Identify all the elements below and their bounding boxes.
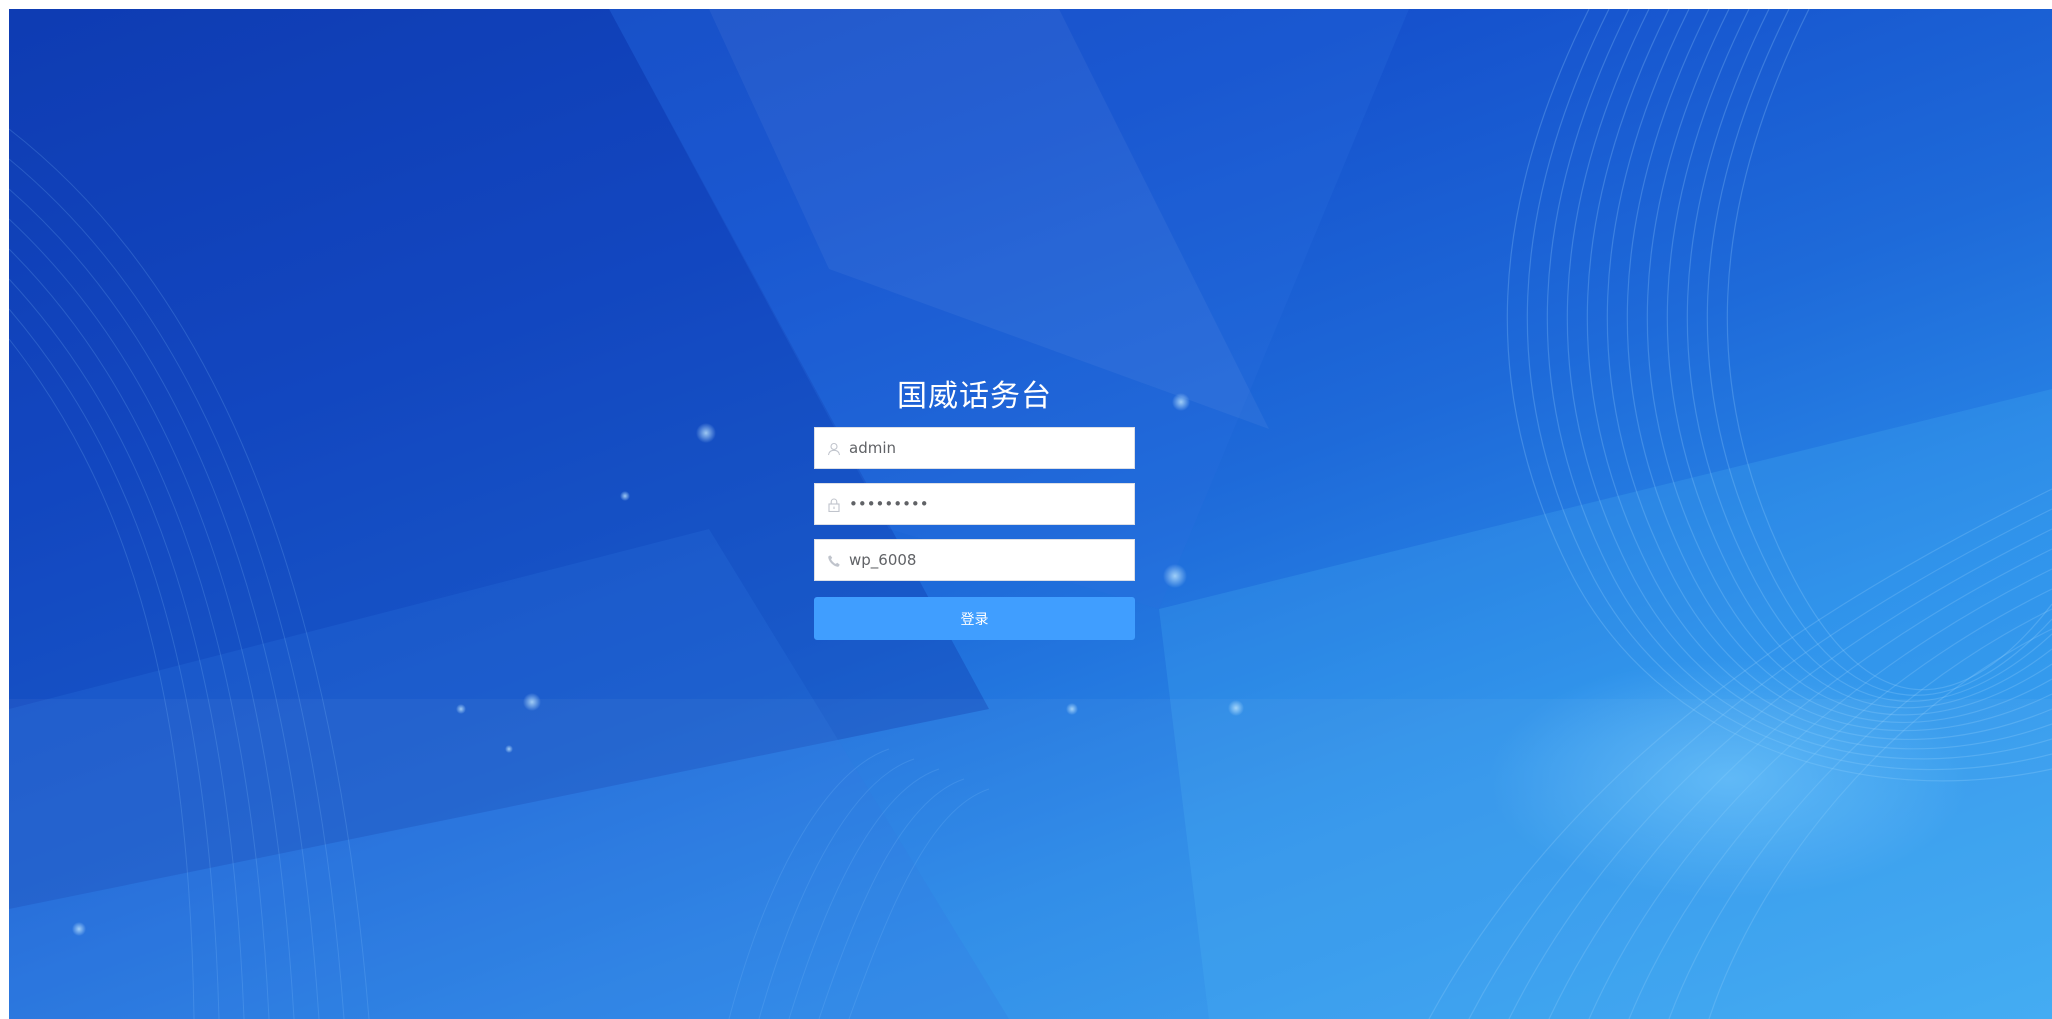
login-button[interactable]: 登录 [814,597,1135,640]
phone-icon [828,555,840,567]
login-form: 国威话务台 登录 [814,375,1135,640]
user-icon [827,442,841,456]
username-input[interactable] [849,428,1129,468]
password-input[interactable] [849,484,1129,524]
extension-field-wrapper [814,539,1135,581]
password-field-wrapper [814,483,1135,525]
login-title: 国威话务台 [897,379,1052,414]
login-page: 国威话务台 登录 [9,9,2052,1019]
username-field-wrapper [814,427,1135,469]
extension-input[interactable] [849,540,1129,580]
lock-icon [828,498,840,512]
